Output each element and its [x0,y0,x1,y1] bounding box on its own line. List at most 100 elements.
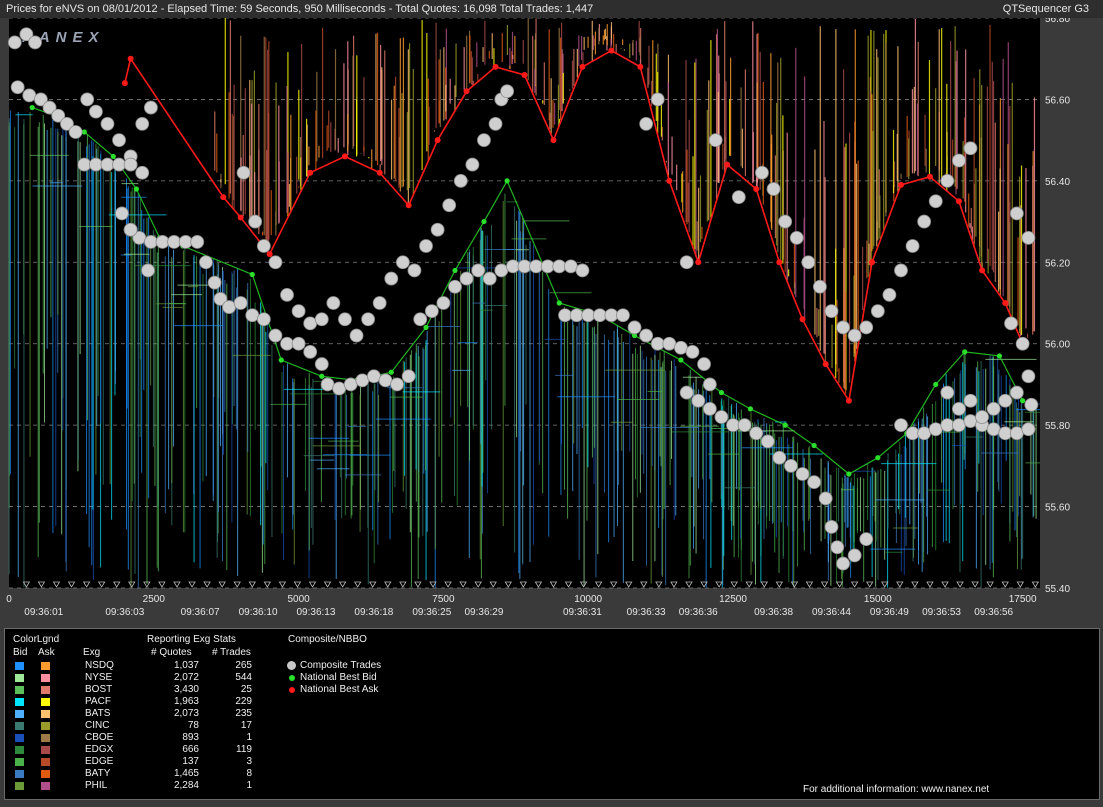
time-tick-label: 09:36:56 [974,607,1013,618]
composite-trade-point [115,206,129,221]
national-best-bid-point [110,153,116,160]
composite-trade-point [766,182,781,196]
exchange-quotes: 3,430 [173,684,199,695]
national-best-ask-point [405,202,412,209]
composite-trade-point [291,336,306,351]
composite-trade-point [465,157,480,172]
bid-col-header: Bid [13,647,28,658]
trades-col-header: # Trades [212,647,251,658]
composite-trade-point [830,540,845,555]
composite-trade-point [575,263,590,278]
composite-trade-point [291,304,306,319]
nbbo-title: Composite/NBBO [288,634,367,645]
footer-note: For additional information: www.nanex.ne… [803,784,990,795]
composite-trade-point [859,320,874,335]
composite-trade-point [812,279,827,294]
y-tick-label: 55.80 [1045,421,1070,432]
composite-trade-point [847,328,862,343]
time-tick-label: 09:36:25 [412,607,451,618]
national-best-bid-point [678,357,684,363]
composite-trade-point [355,373,370,388]
composite-trade-point [679,385,694,400]
composite-trade-point [986,401,1001,416]
national-best-ask-point [121,80,128,87]
national-best-ask-point [845,397,852,404]
composite-trade-point [1009,206,1024,221]
composite-trade-point [963,141,978,156]
composite-trade-point [471,263,486,278]
x-tick-label: 0 [6,594,12,605]
nbbo-marker [287,661,296,670]
national-best-bid-point [481,218,487,225]
time-tick-label: 09:36:10 [239,607,278,618]
national-best-ask-point [695,259,702,266]
bid-swatch-phil [15,782,24,790]
exchange-quotes: 893 [182,732,199,743]
bid-swatch-baty [15,770,24,778]
composite-trade-point [338,312,352,327]
composite-trade-point [772,450,787,465]
national-best-ask-point [550,137,557,144]
x-tick-label: 2500 [143,594,166,605]
composite-trade-point [836,556,850,571]
national-best-ask-point [608,47,615,54]
composite-trade-point [482,271,497,286]
national-best-bid-point [718,389,725,396]
nbbo-marker [289,687,295,693]
ask-swatch-phil [41,782,50,790]
composite-trade-point [737,418,752,433]
composite-trade-point [963,393,978,408]
composite-trade-point [1009,426,1024,441]
composite-trade-point [1021,422,1036,437]
composite-trade-point [714,410,729,424]
composite-trade-point [1004,316,1018,331]
exchange-trades: 3 [246,756,252,767]
composite-trade-point [155,235,170,249]
composite-trade-point [905,426,920,441]
exchange-quotes: 1,465 [173,768,199,779]
composite-trade-point [303,316,318,331]
national-best-ask-point [341,153,348,160]
x-tick-label: 10000 [574,594,602,605]
composite-trade-point [1015,336,1030,351]
national-best-ask-point [579,63,586,70]
composite-trade-point [581,308,596,323]
legend-header: ColorLgnd [13,634,60,645]
bid-swatch-edgx [15,746,24,754]
time-tick-label: 09:36:49 [870,607,909,618]
exchange-name: NYSE [85,672,113,683]
composite-trade-point [144,235,158,249]
national-best-ask-point [776,259,783,266]
national-best-bid-point [933,381,939,388]
composite-trade-point [679,255,694,270]
composite-trade-point [731,190,746,205]
ask-col-header: Ask [38,647,55,658]
composite-trade-point [870,304,885,319]
nbbo-label: National Best Ask [300,684,379,695]
time-tick-label: 09:36:29 [464,607,503,618]
composite-trade-point [836,320,850,335]
exchange-name: PHIL [85,780,108,791]
national-best-ask-point [822,361,829,368]
composite-trade-point [7,35,22,50]
exchange-trades: 25 [240,684,252,695]
composite-trade-point [1024,397,1039,412]
composite-trade-point [998,393,1013,408]
bid-swatch-nsdq [15,662,24,670]
national-best-bid-point [133,186,140,192]
y-tick-label: 56.40 [1045,177,1070,188]
composite-trade-point [905,239,920,253]
national-best-bid-point [452,267,458,274]
national-best-bid-point [29,104,35,111]
composite-trade-point [407,263,422,278]
chart-title: Prices for eNVS on 08/01/2012 - Elapsed … [6,3,594,15]
national-best-bid-point [1020,398,1026,404]
exchange-quotes: 2,072 [173,672,199,683]
exchange-trades: 17 [240,720,252,731]
composite-trade-point [1009,385,1024,400]
national-best-ask-point [434,137,441,144]
composite-trade-point [894,263,908,278]
exchange-name: PACF [85,696,111,707]
composite-trade-point [824,520,839,534]
composite-trade-point [592,308,607,323]
